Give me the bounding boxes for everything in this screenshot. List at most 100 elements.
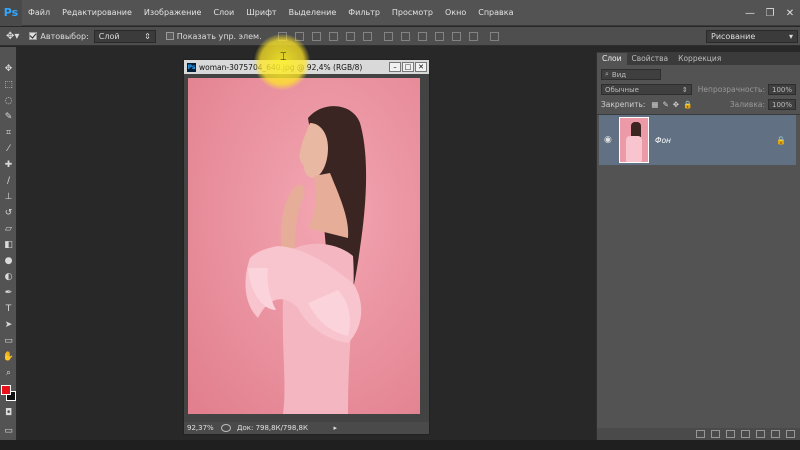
align-bottom-icon[interactable] [311,31,321,41]
menu-help[interactable]: Справка [472,0,519,26]
lock-label: Закрепить: [601,100,646,109]
photo-woman-pink-dress [188,78,420,414]
menu-bar: Ps Файл Редактирование Изображение Слои … [0,0,800,26]
brush-tool-icon[interactable]: ∕ [0,173,17,189]
options-bar: ✥▾ Автовыбор: Слой ⇕ Показать упр. элем.… [0,27,800,46]
healing-brush-icon[interactable]: ✚ [0,157,17,173]
menu-image[interactable]: Изображение [138,0,208,26]
quick-mask-icon[interactable]: ◘ [0,405,17,421]
lasso-tool-icon[interactable]: ◌ [0,93,17,109]
autoselect-checkbox[interactable] [29,32,38,40]
document-window[interactable]: Ps woman-3075704_640.jpg @ 92,4% (RGB/8)… [183,59,430,435]
distribute-top-icon[interactable] [383,31,393,41]
pen-tool-icon[interactable]: ✒ [0,285,17,301]
zoom-tool-icon[interactable]: ⌕ [0,365,17,381]
layer-filter-value: Вид [611,70,627,79]
tab-adjustments[interactable]: Коррекция [673,53,726,65]
new-layer-icon[interactable] [771,430,780,438]
add-mask-icon[interactable] [726,430,735,438]
align-right-icon[interactable] [362,31,372,41]
blur-tool-icon[interactable]: ● [0,253,17,269]
autoselect-dropdown[interactable]: Слой ⇕ [93,29,156,43]
menu-window[interactable]: Окно [439,0,472,26]
show-controls-checkbox[interactable] [165,32,174,40]
lock-transparency-icon[interactable]: ▦ [651,100,658,109]
adjustment-layer-icon[interactable] [741,430,750,438]
autoselect-value: Слой [98,31,120,41]
menu-type[interactable]: Шрифт [240,0,282,26]
close-button[interactable]: ✕ [780,8,800,19]
stamp-tool-icon[interactable]: ⊥ [0,189,17,205]
gradient-tool-icon[interactable]: ◧ [0,237,17,253]
layer-style-icon[interactable] [711,430,720,438]
align-left-icon[interactable] [328,31,338,41]
menu-filter[interactable]: Фильтр [342,0,386,26]
status-menu-arrow-icon[interactable]: ▸ [333,424,337,432]
align-buttons [274,31,503,41]
menu-view[interactable]: Просмотр [386,0,439,26]
status-info-icon[interactable] [221,424,231,432]
marquee-tool-icon[interactable]: ⬚ [0,77,17,93]
workspace-dropdown[interactable]: Рисование ▾ [706,30,798,43]
layer-filter-dropdown[interactable]: ⌕ Вид [601,69,661,80]
lock-position-icon[interactable]: ✥ [673,100,679,109]
ps-document-icon: Ps [187,62,196,72]
restore-button[interactable]: ❐ [760,8,780,19]
lock-all-icon[interactable]: 🔒 [683,100,692,109]
lock-icon: 🔒 [776,135,786,145]
menu-file[interactable]: Файл [22,0,56,26]
doc-size-info: Док: 798,8К/798,8К [237,424,308,432]
layer-thumbnail [619,117,649,163]
show-controls-wrap[interactable]: Показать упр. элем. [165,32,262,41]
panel-tabs: Слои Свойства Коррекция [597,52,800,65]
distribute-bottom-icon[interactable] [417,31,427,41]
doc-close-button[interactable]: ✕ [415,62,427,72]
move-tool-preset-icon[interactable]: ✥▾ [6,31,19,42]
fill-input[interactable]: 100% [768,99,796,110]
window-controls: — ❐ ✕ [740,0,800,26]
menu-select[interactable]: Выделение [283,0,343,26]
new-group-icon[interactable] [756,430,765,438]
type-tool-icon[interactable]: T [0,301,17,317]
autoselect-checkbox-wrap[interactable]: Автовыбор: [29,32,89,41]
zoom-level[interactable]: 92,37% [187,424,215,432]
quick-select-tool-icon[interactable]: ✎ [0,109,17,125]
opacity-input[interactable]: 100% [768,84,796,95]
visibility-eye-icon[interactable]: ◉ [604,135,612,145]
eyedropper-tool-icon[interactable]: ⁄ [0,141,17,157]
distribute-right-icon[interactable] [468,31,478,41]
delete-layer-icon[interactable] [786,430,795,438]
opacity-value: 100% [772,85,793,94]
lock-pixels-icon[interactable]: ✎ [663,100,669,109]
foreground-color-swatch[interactable] [1,385,11,395]
align-hcenter-icon[interactable] [345,31,355,41]
menu-layers[interactable]: Слои [207,0,240,26]
shape-tool-icon[interactable]: ▭ [0,333,17,349]
link-layers-icon[interactable] [696,430,705,438]
history-brush-icon[interactable]: ↺ [0,205,17,221]
hand-tool-icon[interactable]: ✋ [0,349,17,365]
doc-maximize-button[interactable]: □ [402,62,414,72]
dodge-tool-icon[interactable]: ◐ [0,269,17,285]
doc-minimize-button[interactable]: – [389,62,401,72]
layers-panel: Слои Свойства Коррекция ⌕ Вид Обычные ⇕ … [596,52,800,440]
minimize-button[interactable]: — [740,8,760,19]
distribute-vcenter-icon[interactable] [400,31,410,41]
layer-row[interactable]: ◉ Фон 🔒 [599,115,796,165]
menu-edit[interactable]: Редактирование [56,0,138,26]
image-canvas[interactable] [188,78,420,414]
app-logo: Ps [0,0,22,26]
distribute-hcenter-icon[interactable] [451,31,461,41]
tab-properties[interactable]: Свойства [627,53,674,65]
path-select-tool-icon[interactable]: ➤ [0,317,17,333]
auto-align-icon[interactable] [489,31,499,41]
move-tool-icon[interactable]: ✥ [0,61,17,77]
chevron-updown-icon: ⇕ [144,31,151,41]
eraser-tool-icon[interactable]: ▱ [0,221,17,237]
blend-mode-dropdown[interactable]: Обычные ⇕ [601,84,692,95]
blend-mode-value: Обычные [605,85,639,94]
distribute-left-icon[interactable] [434,31,444,41]
crop-tool-icon[interactable]: ⌗ [0,125,17,141]
screen-mode-icon[interactable]: ▭ [0,423,17,439]
tab-layers[interactable]: Слои [597,53,627,65]
